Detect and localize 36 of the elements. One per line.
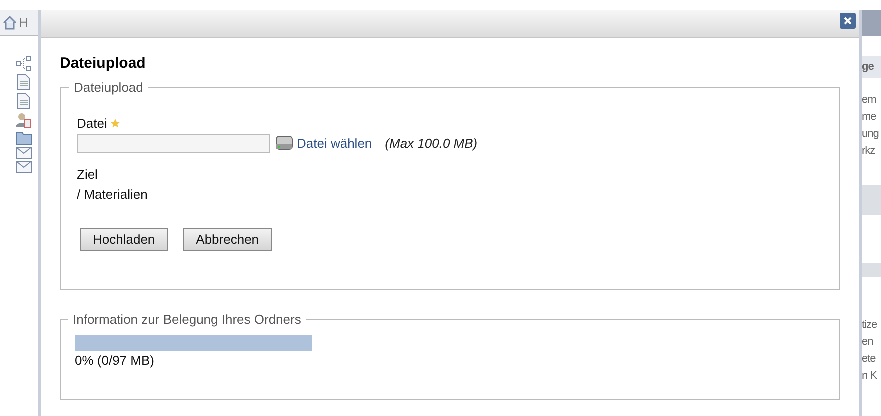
envelope-icon — [16, 147, 32, 159]
user-icon — [16, 112, 32, 129]
field-label: Datei — [77, 115, 108, 133]
dialog-heading: Dateiupload — [60, 54, 146, 74]
background-text: ung — [862, 127, 880, 142]
background-text: en — [862, 335, 874, 350]
close-button[interactable] — [840, 13, 856, 29]
background-bar — [862, 185, 881, 215]
background-text: ete — [862, 352, 877, 367]
choose-file-link[interactable]: Datei wählen — [297, 134, 372, 153]
close-icon — [843, 16, 853, 26]
document-icon — [17, 74, 31, 91]
header-strip — [862, 10, 881, 36]
cancel-button[interactable]: Abbrechen — [183, 228, 272, 251]
background-bar — [862, 263, 881, 277]
fieldset-legend: Information zur Belegung Ihres Ordners — [68, 310, 306, 329]
file-path-field[interactable] — [77, 134, 270, 153]
header-text: H — [19, 14, 28, 32]
upload-button[interactable]: Hochladen — [80, 228, 168, 251]
target-path: / Materialien — [77, 186, 148, 204]
document-icon — [17, 93, 31, 110]
max-size-text: (Max 100.0 MB) — [385, 134, 478, 153]
background-text: n K — [862, 369, 878, 384]
envelope-icon — [16, 161, 32, 173]
background-text: tize — [862, 318, 878, 333]
home-icon — [2, 14, 18, 30]
target-label: Ziel — [77, 166, 98, 184]
folder-icon — [16, 131, 32, 145]
background-heading: ge — [862, 56, 881, 78]
quota-reading: 0% (0/97 MB) — [75, 352, 154, 370]
background-text: me — [862, 110, 878, 125]
background-text: em — [862, 93, 878, 108]
sitemap-icon — [16, 56, 32, 72]
drive-icon — [276, 136, 293, 150]
background-text: rkz — [862, 144, 876, 159]
fieldset-legend: Dateiupload — [69, 78, 148, 97]
